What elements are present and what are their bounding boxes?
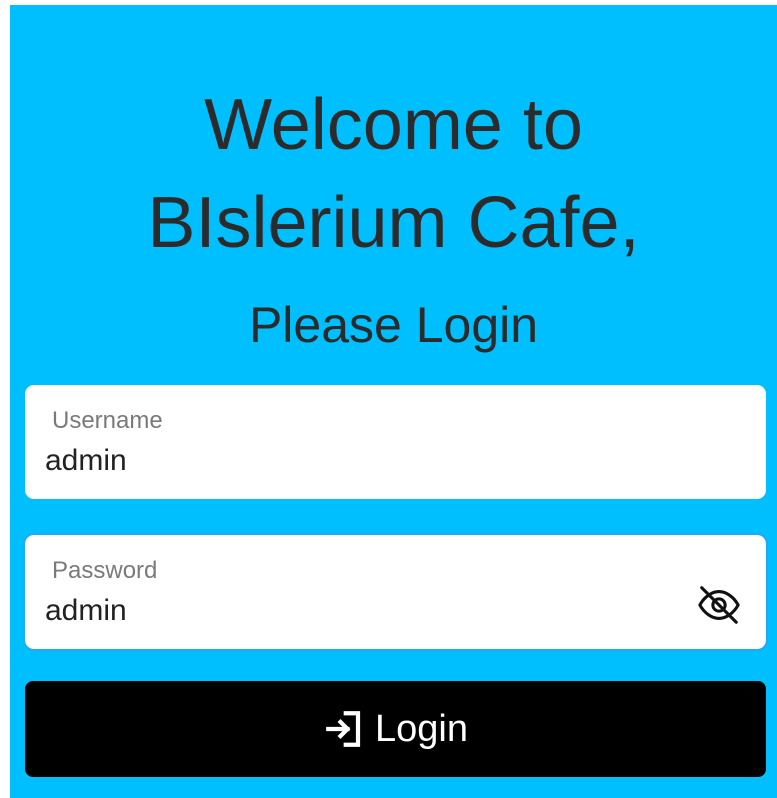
username-field[interactable]: Username	[25, 385, 766, 499]
login-subtitle: Please Login	[248, 297, 539, 353]
login-button[interactable]: Login	[25, 681, 766, 777]
eye-off-icon[interactable]	[696, 582, 742, 628]
username-input[interactable]	[45, 441, 685, 481]
password-label: Password	[52, 557, 158, 584]
username-label: Username	[52, 407, 163, 434]
password-input[interactable]	[45, 591, 685, 631]
login-button-label: Login	[375, 708, 468, 750]
password-field[interactable]: Password	[25, 535, 766, 649]
login-icon	[326, 711, 361, 747]
welcome-title-line-2: BIslerium Cafe,	[147, 183, 640, 263]
welcome-title-line-1: Welcome to	[204, 85, 583, 165]
login-page: Welcome to BIslerium Cafe, Please Login …	[10, 5, 777, 798]
